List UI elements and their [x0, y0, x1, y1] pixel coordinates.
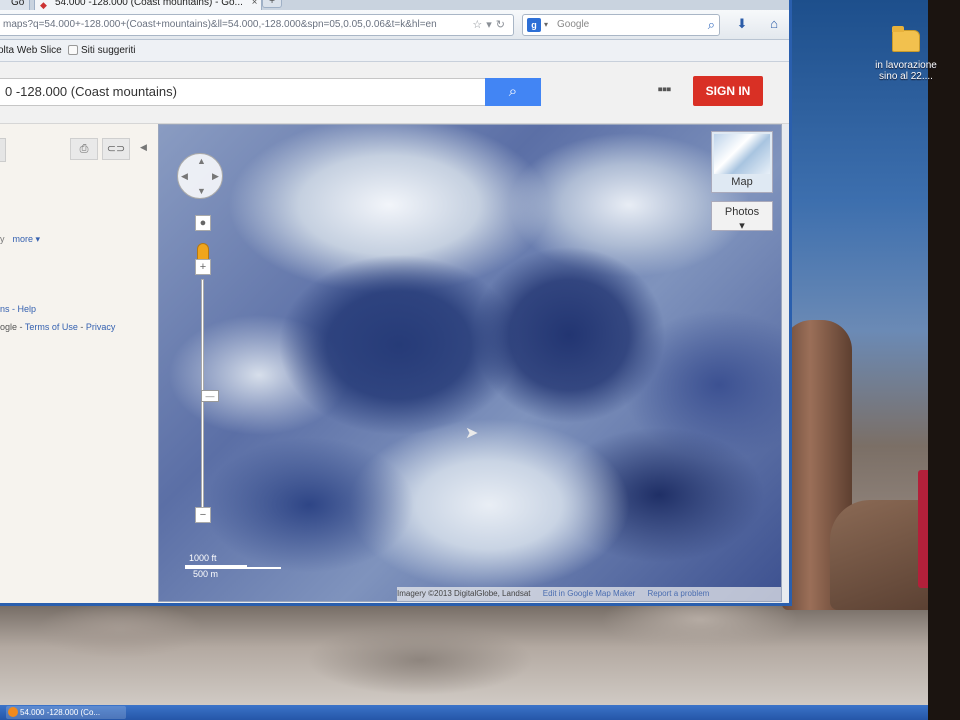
apps-grid-icon[interactable]: ▪▪▪: [654, 80, 674, 100]
scale-ft: 1000 ft: [189, 553, 217, 563]
tab-label: Go: [11, 0, 25, 8]
map-attribution: Imagery ©2013 DigitalGlobe, Landsat Edit…: [397, 587, 781, 601]
tab-bar: Go ◆ 54.000 -128.000 (Coast mountains) -…: [0, 0, 789, 10]
reset-view-icon[interactable]: ●: [195, 215, 211, 231]
scale-bar: 1000 ft 500 m: [185, 553, 285, 581]
map-type-button[interactable]: Map: [711, 131, 773, 193]
maps-search-input[interactable]: 0 -128.000 (Coast mountains): [0, 78, 486, 106]
sign-in-button[interactable]: SIGN IN: [693, 76, 763, 106]
legal-prefix: ogle -: [0, 322, 23, 332]
zoom-in-button[interactable]: +: [195, 259, 211, 275]
pan-control[interactable]: ▲ ▼ ◀ ▶: [177, 153, 223, 199]
address-bar-icons: ☆▾↻: [472, 15, 509, 35]
link-icon[interactable]: ⊂⊃: [102, 138, 130, 160]
photos-button[interactable]: Photos ▾: [711, 201, 773, 232]
maps-favicon-icon: ◆: [40, 0, 47, 10]
desktop-folder-label: in lavorazione sino al 22....: [875, 60, 937, 82]
desktop-wallpaper-rock: [0, 600, 960, 705]
chevron-down-icon: ▾: [739, 220, 745, 232]
panel-tab[interactable]: [0, 138, 6, 162]
photos-label: Photos: [724, 206, 760, 218]
bookmarks-bar: olta Web Slice Siti suggeriti: [0, 40, 789, 62]
legal-separator: -: [80, 322, 84, 332]
maps-search-button[interactable]: ⌕: [485, 78, 541, 106]
folder-icon: [892, 26, 920, 52]
edit-map-maker-link[interactable]: Edit in Google Map Maker: [543, 589, 636, 598]
pan-up-icon[interactable]: ▲: [197, 156, 206, 166]
suggested-sites-icon: [68, 45, 78, 56]
dropdown-icon[interactable]: ▾: [486, 19, 496, 31]
close-tab-icon[interactable]: ×: [252, 0, 258, 8]
firefox-icon: [8, 707, 18, 717]
zoom-out-button[interactable]: −: [195, 507, 211, 523]
terms-of-use-link[interactable]: Terms of Use: [25, 322, 78, 332]
more-link[interactable]: y more ▾: [0, 234, 40, 245]
panel-fragment: y: [0, 234, 5, 244]
magnifier-icon[interactable]: ⌕: [708, 15, 715, 35]
desktop-folder[interactable]: in lavorazione sino al 22....: [866, 26, 946, 82]
bookmark-label: olta Web Slice: [0, 45, 62, 56]
engine-dropdown-icon[interactable]: ▾: [544, 15, 548, 35]
bookmark-label: Siti suggeriti: [81, 45, 136, 56]
search-placeholder: Google: [557, 19, 590, 30]
scale-m: 500 m: [193, 569, 219, 579]
left-panel: ⎙ ⊂⊃ ◀ y more ▾ ns - Help ogle - Terms of…: [0, 124, 180, 603]
legal-links: ogle - Terms of Use - Privacy: [0, 322, 115, 332]
help-link[interactable]: ns - Help: [0, 304, 36, 314]
taskbar-item-label: 54.000 -128.000 (Co...: [20, 708, 101, 717]
tab-previous[interactable]: Go: [0, 0, 30, 10]
map-type-label: Map: [731, 176, 753, 188]
browser-window: Go ◆ 54.000 -128.000 (Coast mountains) -…: [0, 0, 792, 606]
satellite-map[interactable]: ▲ ▼ ◀ ▶ ● + — − Map Photos ▾ ➤ 1000 ft 5…: [158, 124, 782, 602]
search-engine-box[interactable]: g ▾ Google ⌕: [522, 14, 720, 36]
reload-icon[interactable]: ↻: [496, 19, 509, 31]
address-bar[interactable]: maps?q=54.000+-128.000+(Coast+mountains)…: [0, 14, 514, 36]
tab-google-maps[interactable]: ◆ 54.000 -128.000 (Coast mountains) - Go…: [34, 0, 262, 10]
new-tab-button[interactable]: +: [262, 0, 282, 8]
report-problem-link[interactable]: Report a problem: [648, 589, 710, 598]
google-search-engine-icon[interactable]: g: [527, 18, 541, 32]
privacy-link[interactable]: Privacy: [86, 322, 116, 332]
zoom-slider-track[interactable]: —: [201, 279, 219, 509]
map-thumbnail: [714, 134, 770, 174]
zoom-slider-handle[interactable]: —: [201, 390, 219, 402]
bookmark-web-slice[interactable]: olta Web Slice: [0, 40, 62, 62]
navigation-bar: maps?q=54.000+-128.000+(Coast+mountains)…: [0, 10, 789, 40]
pan-down-icon[interactable]: ▼: [197, 186, 206, 196]
taskbar-firefox-item[interactable]: 54.000 -128.000 (Co...: [6, 706, 126, 719]
bookmark-star-icon[interactable]: ☆: [472, 19, 486, 31]
collapse-panel-icon[interactable]: ◀: [140, 142, 147, 153]
address-text: maps?q=54.000+-128.000+(Coast+mountains)…: [3, 19, 437, 30]
download-icon[interactable]: ⬇: [732, 16, 752, 34]
print-icon[interactable]: ⎙: [70, 138, 98, 160]
home-icon[interactable]: ⌂: [764, 16, 784, 34]
mouse-cursor-icon: ➤: [465, 425, 479, 442]
search-icon: ⌕: [508, 83, 518, 100]
pan-right-icon[interactable]: ▶: [212, 171, 219, 182]
imagery-copyright: Imagery ©2013 DigitalGlobe, Landsat: [397, 589, 531, 598]
more-label[interactable]: more ▾: [13, 234, 41, 244]
bookmark-suggested-sites[interactable]: Siti suggeriti: [68, 40, 135, 62]
tab-label: 54.000 -128.000 (Coast mountains) - Go..…: [55, 0, 243, 8]
maps-header: 0 -128.000 (Coast mountains) ⌕ ▪▪▪ SIGN …: [0, 62, 789, 124]
taskbar: 54.000 -128.000 (Co...: [0, 705, 928, 720]
monitor-bezel: [928, 0, 960, 720]
pan-left-icon[interactable]: ◀: [181, 171, 188, 182]
